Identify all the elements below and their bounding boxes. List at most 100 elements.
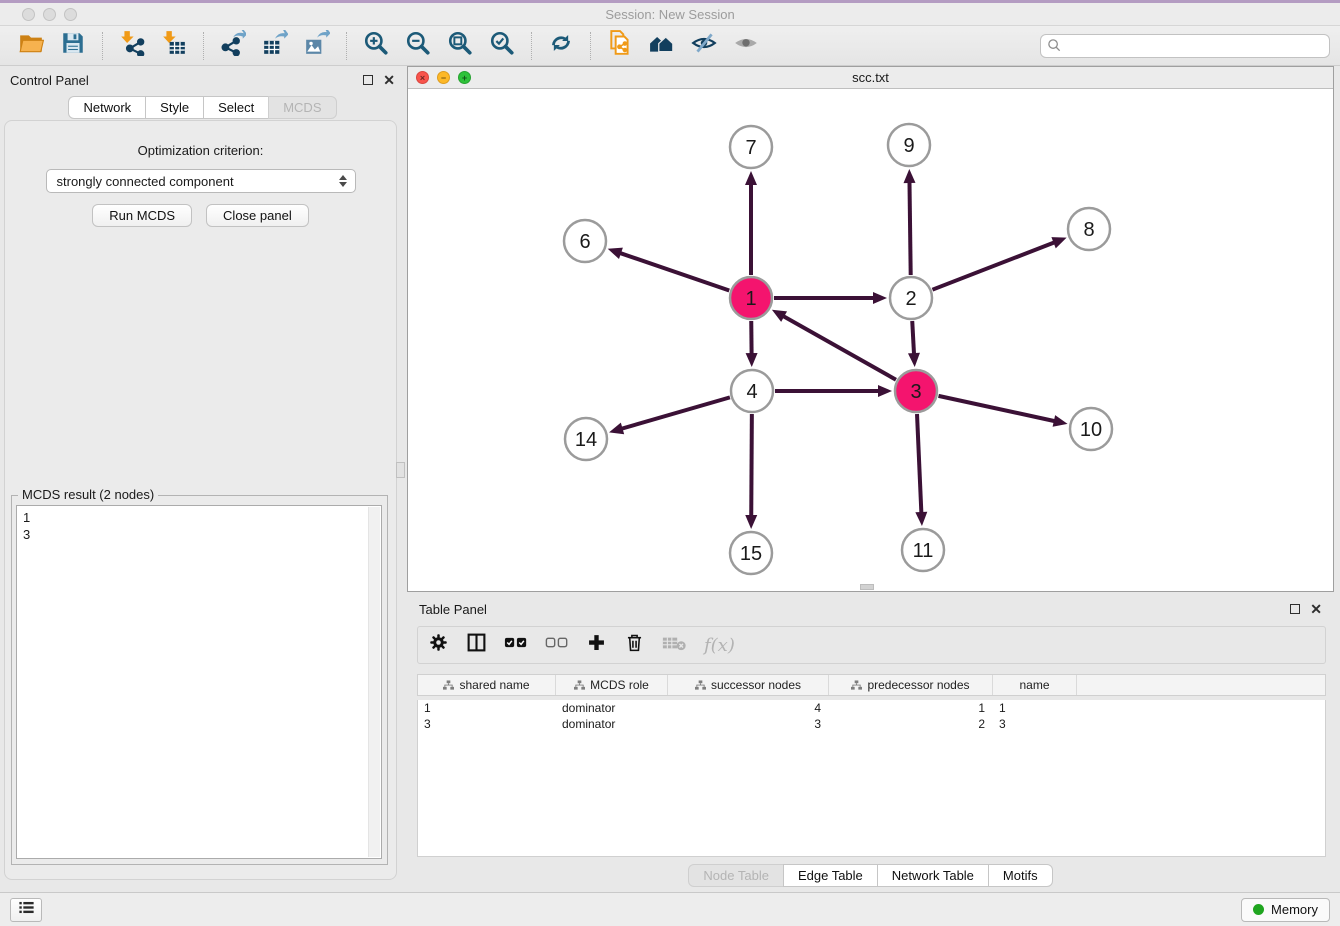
frame-minimize-icon[interactable]: − (437, 71, 450, 84)
import-table-button[interactable] (159, 31, 189, 61)
tab-edge-table[interactable]: Edge Table (783, 864, 878, 887)
export-network-button[interactable] (218, 31, 248, 61)
app-title: Session: New Session (0, 7, 1340, 22)
table-row[interactable]: 3 dominator 3 2 3 (418, 716, 1325, 732)
graph-node-label-4: 4 (746, 381, 757, 403)
tab-mcds[interactable]: MCDS (268, 96, 336, 119)
delete-column-button[interactable] (624, 632, 645, 658)
graph-edge-3-11[interactable] (917, 414, 921, 514)
graph-edge-3-1[interactable] (782, 316, 896, 380)
graph-edge-4-14[interactable] (621, 397, 730, 429)
tab-select[interactable]: Select (203, 96, 269, 119)
column-header-mcds-role[interactable]: MCDS role (556, 675, 668, 695)
export-image-button[interactable] (302, 31, 332, 61)
open-folder-icon (18, 30, 44, 61)
result-line: 3 (23, 526, 375, 543)
copy-network-icon (607, 30, 633, 61)
search-input[interactable] (1040, 34, 1330, 58)
apply-layout-button[interactable] (546, 31, 576, 61)
tab-network-table[interactable]: Network Table (877, 864, 989, 887)
close-panel-icon[interactable]: ✕ (383, 73, 395, 87)
save-session-button[interactable] (58, 31, 88, 61)
frame-maximize-icon[interactable]: + (458, 71, 471, 84)
canvas-splitter-grip[interactable] (860, 584, 874, 590)
new-network-from-selection-button[interactable] (605, 31, 635, 61)
graph-edge-4-15[interactable] (751, 414, 752, 517)
column-header-shared-name[interactable]: shared name (418, 675, 556, 695)
mcds-result-group: MCDS result (2 nodes) 1 3 (11, 495, 388, 865)
run-mcds-button[interactable]: Run MCDS (92, 204, 192, 227)
cell-predecessor-nodes: 2 (829, 717, 993, 731)
import-table-icon (161, 30, 187, 61)
open-session-button[interactable] (16, 31, 46, 61)
zoom-in-button[interactable] (361, 31, 391, 61)
zoom-selected-button[interactable] (487, 31, 517, 61)
delete-table-button[interactable] (662, 634, 687, 657)
vertical-splitter-grip[interactable] (396, 462, 405, 478)
table-panel-header: Table Panel ✕ (407, 596, 1334, 622)
two-houses-icon (649, 30, 675, 61)
tab-motifs[interactable]: Motifs (988, 864, 1053, 887)
table-toolbar: f(x) (417, 626, 1326, 664)
tab-style[interactable]: Style (145, 96, 204, 119)
memory-button[interactable]: Memory (1241, 898, 1330, 922)
node-table-header: shared name MCDS role successor nodes pr… (417, 674, 1326, 696)
memory-status-dot (1253, 904, 1264, 915)
table-settings-button[interactable] (428, 632, 449, 658)
network-graph[interactable]: 1234678910111415 (408, 89, 1333, 591)
zoom-out-button[interactable] (403, 31, 433, 61)
criterion-value: strongly connected component (57, 174, 234, 189)
graph-edge-2-8[interactable] (932, 242, 1055, 290)
save-floppy-icon (60, 30, 86, 61)
network-window-titlebar[interactable]: × − + scc.txt (408, 67, 1333, 89)
column-header-predecessor-nodes[interactable]: predecessor nodes (829, 675, 993, 695)
network-canvas[interactable]: 1234678910111415 (408, 89, 1333, 591)
tab-node-table[interactable]: Node Table (688, 864, 784, 887)
deselect-all-columns-button[interactable] (545, 635, 569, 655)
tab-network[interactable]: Network (68, 96, 146, 119)
export-table-button[interactable] (260, 31, 290, 61)
first-neighbors-button[interactable] (647, 31, 677, 61)
toolbar-separator (102, 32, 103, 60)
graph-edge-arrowhead (903, 169, 915, 183)
graph-edge-2-3[interactable] (912, 321, 914, 355)
show-all-button[interactable] (731, 31, 761, 61)
fit-content-button[interactable] (445, 31, 475, 61)
graph-edge-arrowhead (1051, 237, 1066, 248)
task-history-button[interactable] (10, 898, 42, 922)
select-all-columns-button[interactable] (504, 635, 528, 655)
fit-content-icon (447, 30, 473, 61)
graph-edge-1-6[interactable] (619, 253, 729, 291)
toolbar-separator (346, 32, 347, 60)
close-table-panel-icon[interactable]: ✕ (1310, 602, 1322, 616)
criterion-dropdown[interactable]: strongly connected component (46, 169, 356, 193)
table-row[interactable]: 1 dominator 4 1 1 (418, 700, 1325, 716)
cell-name: 1 (993, 701, 1077, 715)
function-builder-button[interactable]: f(x) (704, 635, 735, 656)
toolbar-separator (590, 32, 591, 60)
graph-edge-2-9[interactable] (909, 181, 910, 275)
frame-close-icon[interactable]: × (416, 71, 429, 84)
add-column-button[interactable] (586, 632, 607, 658)
import-network-button[interactable] (117, 31, 147, 61)
cell-mcds-role: dominator (556, 701, 668, 715)
graph-edge-arrowhead (908, 353, 920, 367)
cell-shared-name: 1 (418, 701, 556, 715)
result-scrollbar[interactable] (368, 507, 380, 857)
column-header-filler (1077, 675, 1325, 695)
mcds-result-textarea[interactable]: 1 3 (16, 505, 382, 859)
graph-node-label-9: 9 (903, 135, 914, 157)
graph-edge-arrowhead (1053, 415, 1068, 427)
graph-node-label-3: 3 (910, 381, 921, 403)
graph-node-label-14: 14 (575, 429, 597, 451)
graph-edge-3-10[interactable] (938, 396, 1055, 421)
float-table-panel-icon[interactable] (1290, 604, 1300, 614)
split-columns-icon (466, 632, 487, 658)
column-header-successor-nodes[interactable]: successor nodes (668, 675, 829, 695)
column-header-name[interactable]: name (993, 675, 1077, 695)
float-panel-icon[interactable] (363, 75, 373, 85)
hide-selected-button[interactable] (689, 31, 719, 61)
close-panel-button[interactable]: Close panel (206, 204, 309, 227)
graph-edge-arrowhead (745, 515, 757, 529)
toggle-panel-button[interactable] (466, 632, 487, 658)
